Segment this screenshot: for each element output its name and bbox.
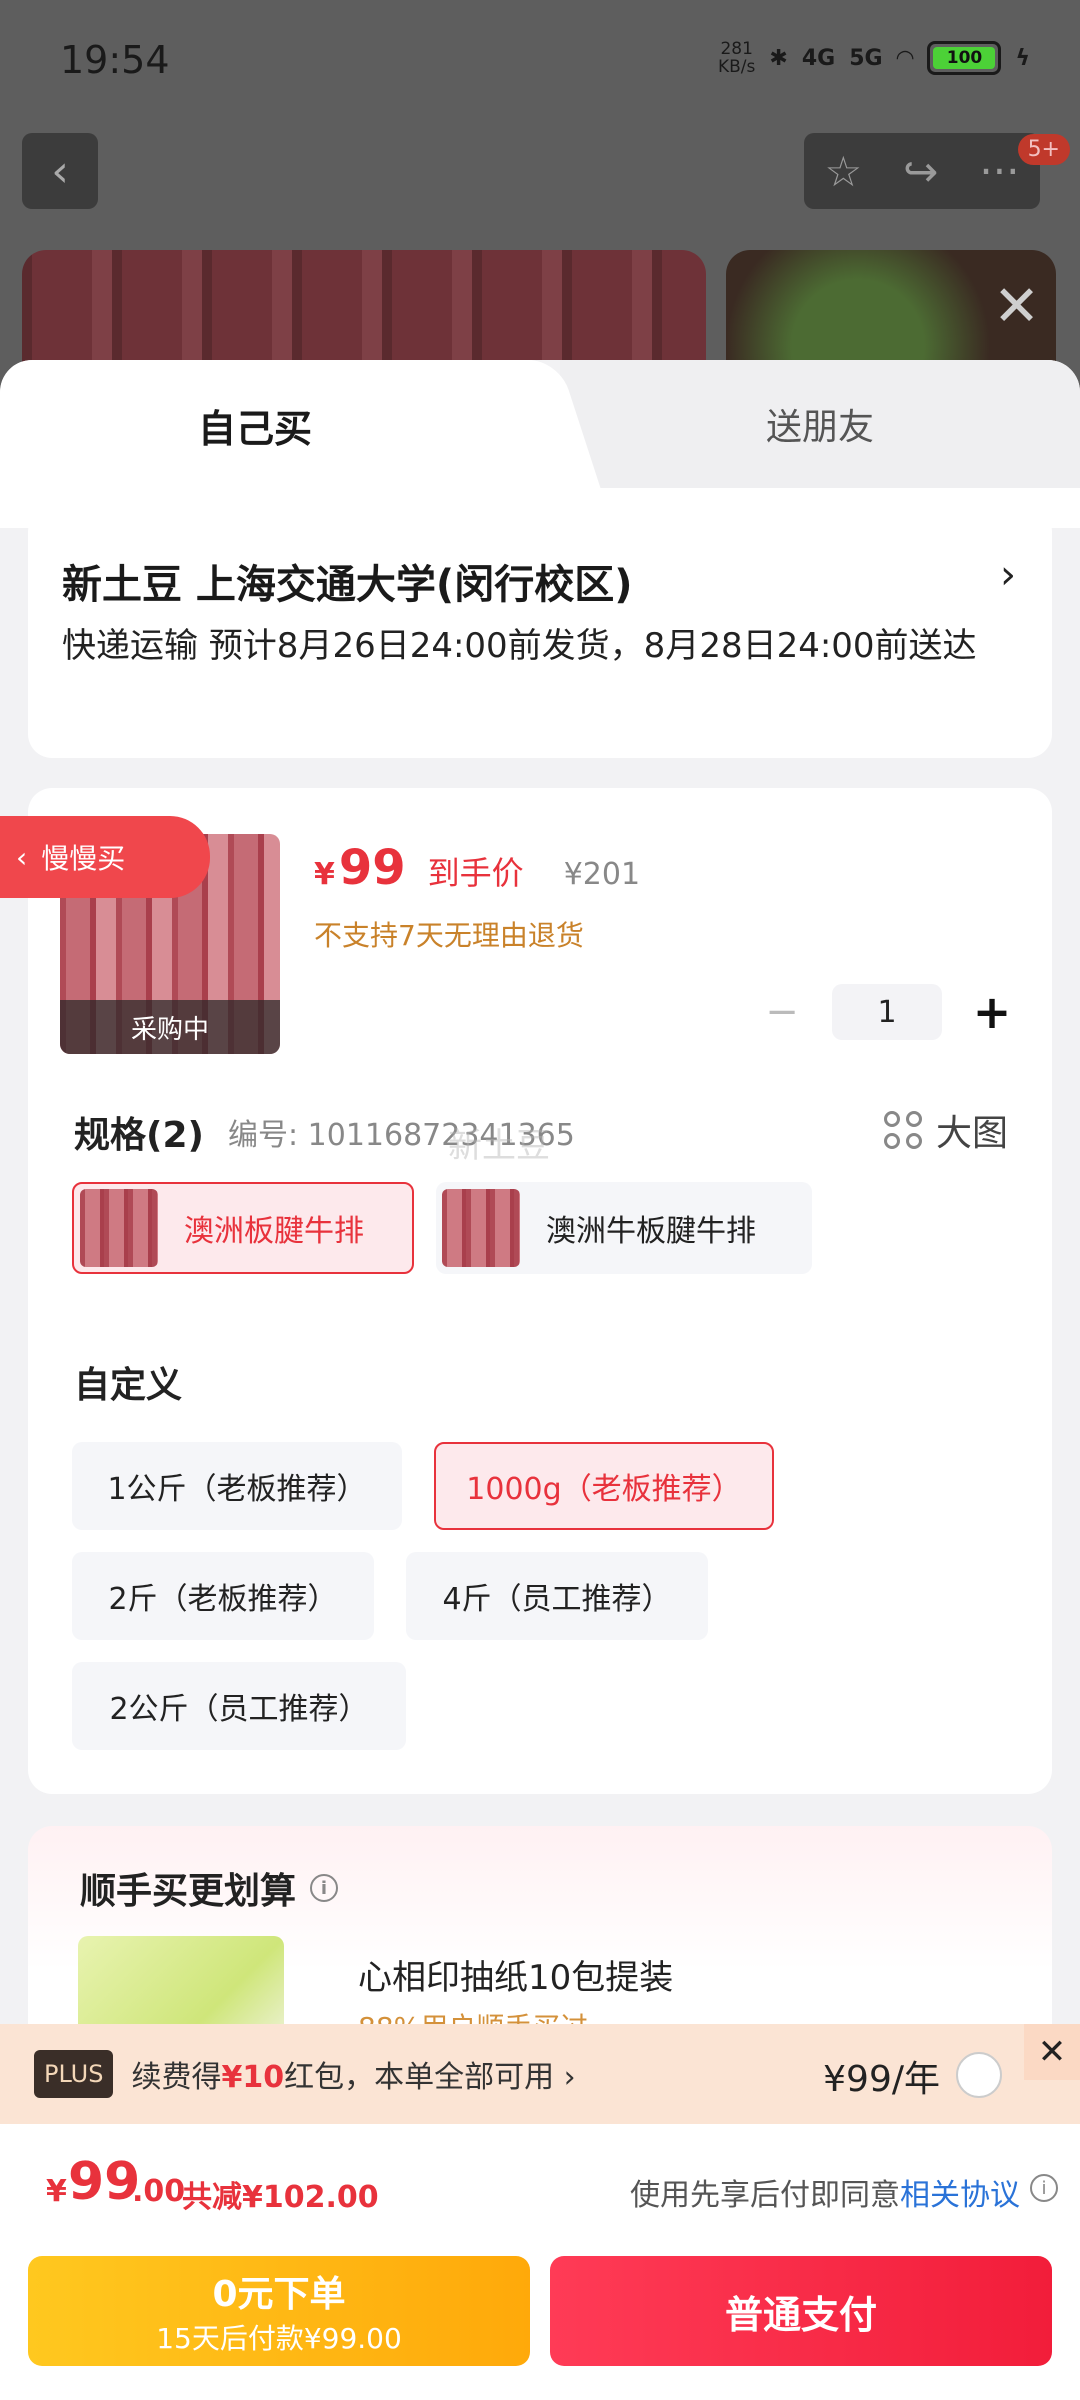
variant-image <box>442 1189 520 1267</box>
variant-option[interactable]: 澳洲牛板腱牛排 <box>436 1182 812 1274</box>
close-icon[interactable]: ✕ <box>993 274 1040 339</box>
status-time: 19:54 <box>60 38 170 82</box>
message-badge: 5+ <box>1017 134 1070 165</box>
custom-option[interactable]: 1000g（老板推荐） <box>434 1442 774 1530</box>
tab-buy-self-label: 自己买 <box>197 406 312 451</box>
watermark: 新土豆 <box>448 1126 550 1166</box>
custom-option[interactable]: 1公斤（老板推荐） <box>72 1442 402 1530</box>
share-icon[interactable]: ↪ <box>903 147 938 196</box>
combo-item-name[interactable]: 心相印抽纸10包提装 <box>358 1950 673 1999</box>
address-title: 新土豆 上海交通大学(闵行校区) <box>62 562 633 608</box>
custom-option[interactable]: 2斤（老板推荐） <box>72 1552 374 1640</box>
star-icon[interactable]: ☆ <box>825 147 863 196</box>
plus-promo-bar[interactable]: PLUS 续费得¥10红包，本单全部可用 › ¥99/年 ✕ <box>0 2024 1080 2124</box>
original-price: ¥201 <box>563 857 641 892</box>
signal-4g-icon: 4G <box>801 45 836 71</box>
thumbnail-label: 采购中 <box>60 1000 280 1054</box>
tab-buy-self[interactable]: 自己买 <box>0 360 560 490</box>
zero-order-button[interactable]: 0元下单 15天后付款¥99.00 <box>28 2256 530 2366</box>
address-card[interactable]: 新土豆 上海交通大学(闵行校区) › 快递运输 预计8月26日24:00前发货，… <box>28 508 1052 758</box>
quantity-stepper: − 1 + <box>762 984 1012 1040</box>
shipping-info: 快递运输 预计8月26日24:00前发货，8月28日24:00前送达 <box>62 626 977 666</box>
total-amount: 99 <box>68 2152 141 2212</box>
plus-logo: PLUS <box>34 2050 114 2098</box>
custom-option[interactable]: 4斤（员工推荐） <box>406 1552 708 1640</box>
pay-button[interactable]: 普通支付 <box>550 2256 1052 2366</box>
total-reduced: 共减¥102.00 <box>182 2180 379 2215</box>
info-icon[interactable]: i <box>310 1874 339 1902</box>
agreement-link[interactable]: 相关协议 <box>900 2178 1020 2213</box>
bluetooth-icon: ✱ <box>769 45 788 71</box>
more-icon[interactable]: ··· <box>979 147 1019 196</box>
close-icon[interactable]: ✕ <box>1024 2024 1080 2080</box>
price-symbol: ¥ <box>314 857 335 892</box>
quantity-value[interactable]: 1 <box>832 984 942 1040</box>
price-row: ¥ 99 到手价 ¥201 <box>314 840 640 896</box>
wifi-icon: ◠ <box>896 45 914 71</box>
back-button[interactable]: ‹ <box>22 133 98 209</box>
plus-button[interactable]: + <box>972 985 1012 1039</box>
slow-buy-tag[interactable]: ‹ 慢慢买 <box>0 816 210 898</box>
combo-title: 顺手买更划算 i <box>80 1862 339 1914</box>
product-card: 采购中 ‹ 慢慢买 ¥ 99 到手价 ¥201 不支持7天无理由退货 − 1 +… <box>0 788 1052 1794</box>
status-icons: 281 KB/s ✱ 4G 5G ◠ 100 ϟ <box>718 40 1030 76</box>
plus-price: ¥99/年 <box>823 2059 940 2100</box>
battery-icon: 100 <box>927 41 1002 75</box>
custom-title: 自定义 <box>74 1365 183 1406</box>
minus-button[interactable]: − <box>762 989 802 1035</box>
charging-icon: ϟ <box>1015 45 1030 71</box>
variant-image <box>80 1189 158 1267</box>
grid-icon <box>883 1111 922 1149</box>
chevron-left-icon: ‹ <box>16 840 28 874</box>
background-page: 19:54 281 KB/s ✱ 4G 5G ◠ 100 ϟ ‹ ☆ ↪ ···… <box>0 0 1080 410</box>
big-image-button[interactable]: 大图 <box>883 1104 1008 1156</box>
plus-radio[interactable] <box>956 2052 1002 2098</box>
chevron-right-icon: › <box>1000 552 1016 598</box>
custom-option[interactable]: 2公斤（员工推荐） <box>72 1662 406 1750</box>
price-value: 99 <box>338 840 406 896</box>
variant-option[interactable]: 澳洲板腱牛排 <box>72 1182 414 1274</box>
no-return-notice: 不支持7天无理由退货 <box>314 919 584 952</box>
tab-send-friend[interactable]: 送朋友 <box>560 360 1080 488</box>
plus-promo-text: 续费得¥10红包，本单全部可用 › <box>131 2060 576 2095</box>
top-actions: ☆ ↪ ··· <box>804 133 1040 209</box>
total-bar: ¥ 99 .00 共减¥102.00 使用先享后付即同意相关协议 i <box>0 2124 1080 2250</box>
price-label: 到手价 <box>427 854 524 892</box>
agreement-text: 使用先享后付即同意相关协议 <box>630 2178 1020 2213</box>
total-cents: .00 <box>132 2174 186 2209</box>
net-speed: 281 KB/s <box>717 39 756 77</box>
total-symbol: ¥ <box>46 2174 67 2209</box>
buy-tabs: 送朋友 自己买 <box>0 360 1080 490</box>
info-icon[interactable]: i <box>1030 2174 1058 2202</box>
status-bar: 19:54 281 KB/s ✱ 4G 5G ◠ 100 ϟ <box>0 0 1080 120</box>
action-bar: 0元下单 15天后付款¥99.00 普通支付 <box>0 2250 1080 2400</box>
signal-5g-icon: 5G <box>849 45 883 71</box>
spec-title: 规格(2) <box>74 1115 204 1156</box>
